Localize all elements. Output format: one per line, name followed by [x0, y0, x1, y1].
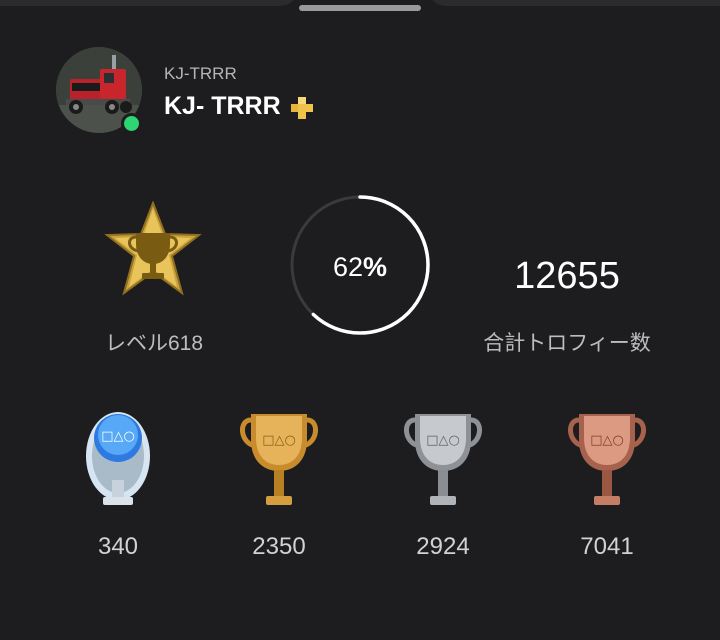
previous-card[interactable] [0, 0, 298, 6]
gold-trophy-count: 2350 [252, 533, 306, 560]
profile-name: KJ- TRRR [164, 92, 281, 120]
silver-trophy-count: 2924 [416, 533, 470, 560]
progress-percentage: 62% [289, 252, 431, 283]
svg-text:□△○: □△○ [262, 433, 296, 448]
progress-unit: % [363, 252, 388, 282]
progress-value: 62 [332, 252, 364, 282]
online-id: KJ-TRRR [164, 64, 237, 83]
platinum-trophy-count: 340 [97, 533, 139, 560]
next-card[interactable] [428, 0, 720, 6]
gold-star-trophy-icon[interactable] [101, 201, 205, 301]
bronze-trophy-count: 7041 [580, 533, 634, 560]
gold-trophy-icon[interactable]: □△○ [234, 404, 324, 520]
svg-text:□△○: □△○ [101, 429, 135, 444]
svg-text:□△○: □△○ [426, 433, 460, 448]
svg-text:□△○: □△○ [590, 433, 624, 448]
ps-plus-icon [291, 97, 313, 119]
total-trophies-value: 12655 [514, 255, 620, 297]
bronze-trophy-icon[interactable]: □△○ [562, 404, 652, 520]
level-label: レベル618 [104, 332, 204, 355]
platinum-trophy-icon[interactable]: □△○ [73, 404, 163, 520]
online-status-indicator [121, 113, 142, 134]
drag-handle[interactable] [299, 5, 421, 11]
total-trophies-label: 合計トロフィー数 [483, 332, 651, 355]
silver-trophy-icon[interactable]: □△○ [398, 404, 488, 520]
